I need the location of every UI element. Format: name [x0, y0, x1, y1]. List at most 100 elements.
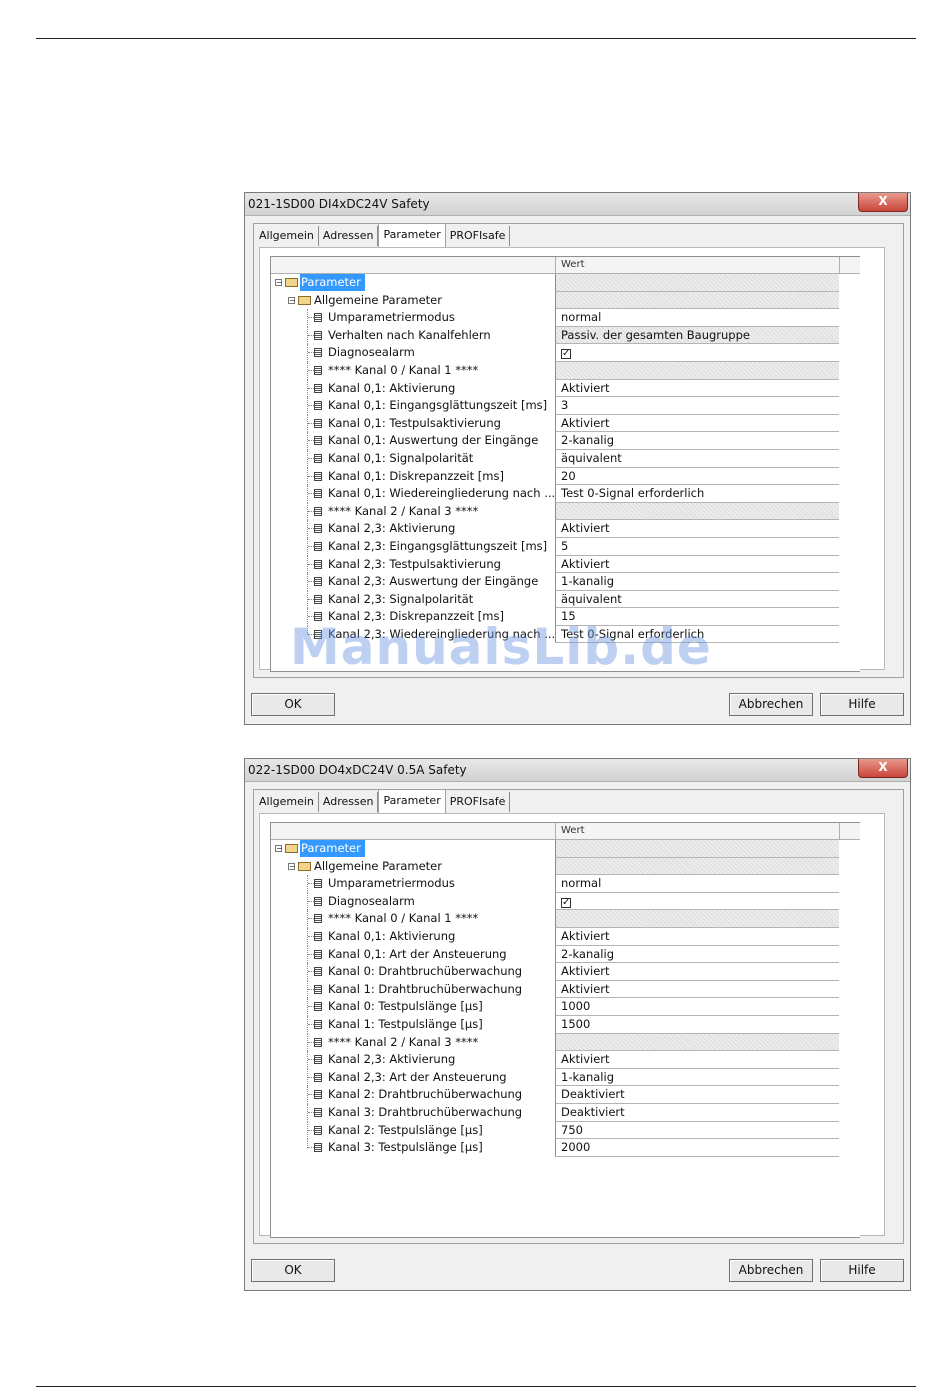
dialog-titlebar[interactable]: 022-1SD00 DO4xDC24V 0.5A Safety X — [245, 759, 910, 782]
parameter-value-cell[interactable]: Aktiviert — [555, 1051, 839, 1069]
tree-row[interactable]: Verhalten nach Kanalfehlern Passiv. der g… — [271, 326, 841, 345]
parameter-value-cell[interactable] — [555, 840, 839, 858]
parameter-value-cell[interactable]: normal — [555, 309, 839, 327]
tree-row[interactable]: − Parameter — [271, 274, 841, 292]
parameter-value-cell[interactable] — [555, 857, 839, 876]
tree-row[interactable]: Kanal 0,1: Auswertung der Eingänge 2-kana… — [271, 432, 841, 450]
parameter-name-cell[interactable]: − Parameter — [271, 274, 555, 292]
value-column-header[interactable]: Wert — [561, 825, 585, 836]
tree-row[interactable]: Kanal 2,3: Testpulsaktivierung Aktiviert — [271, 555, 841, 574]
tree-row[interactable]: Kanal 0: Drahtbruchüberwachung Aktiviert — [271, 963, 841, 981]
parameter-value-cell[interactable]: Passiv. der gesamten Baugruppe — [555, 326, 839, 345]
tree-row[interactable]: Diagnosealarm ✓ — [271, 344, 841, 362]
column-divider[interactable] — [555, 823, 556, 839]
tab-allgemein[interactable]: Allgemein — [255, 792, 319, 812]
tree-row[interactable]: Kanal 2,3: Aktivierung Aktiviert — [271, 520, 841, 538]
parameter-value-cell[interactable]: Deaktiviert — [555, 1086, 839, 1104]
column-divider[interactable] — [839, 257, 840, 273]
parameter-name-cell[interactable]: Diagnosealarm — [271, 344, 555, 362]
tree-row[interactable]: Umparametriermodus normal — [271, 875, 841, 893]
tree-row[interactable]: **** Kanal 2 / Kanal 3 **** — [271, 502, 841, 521]
collapse-icon[interactable]: − — [275, 845, 283, 853]
parameter-name-cell[interactable]: Verhalten nach Kanalfehlern — [271, 326, 555, 345]
parameter-value-cell[interactable]: 1500 — [555, 1015, 839, 1034]
parameter-name-cell[interactable]: Umparametriermodus — [271, 309, 555, 327]
parameter-value-cell[interactable]: Aktiviert — [555, 414, 839, 433]
parameter-name-cell[interactable]: **** Kanal 0 / Kanal 1 **** — [271, 361, 555, 380]
parameter-name-cell[interactable]: Kanal 0,1: Diskrepanzzeit [ms] — [271, 467, 555, 486]
tree-row[interactable]: Kanal 2,3: Auswertung der Eingänge 1-kana… — [271, 573, 841, 591]
tree-row[interactable]: Kanal 1: Testpulslänge [µs] 1500 — [271, 1015, 841, 1034]
cancel-button[interactable]: Abbrechen — [729, 1259, 813, 1282]
help-button[interactable]: Hilfe — [820, 1259, 904, 1282]
column-divider[interactable] — [839, 823, 840, 839]
tree-row[interactable]: Kanal 0,1: Eingangsglättungszeit [ms] 3 — [271, 397, 841, 415]
parameter-value-cell[interactable]: 1-kanalig — [555, 1068, 839, 1087]
tree-row[interactable]: − Allgemeine Parameter — [271, 291, 841, 310]
parameter-name-cell[interactable]: Kanal 0,1: Aktivierung — [271, 927, 555, 946]
parameter-value-cell[interactable]: 5 — [555, 537, 839, 556]
tree-row[interactable]: Kanal 3: Testpulslänge [µs] 2000 — [271, 1139, 841, 1157]
parameter-value-cell[interactable]: Test 0-Signal erforderlich — [555, 485, 839, 503]
tab-parameter[interactable]: Parameter — [378, 223, 446, 247]
tree-row[interactable]: Kanal 0,1: Testpulsaktivierung Aktiviert — [271, 414, 841, 433]
parameter-value-cell[interactable] — [555, 361, 839, 380]
parameter-value-cell[interactable]: Aktiviert — [555, 379, 839, 398]
parameter-value-cell[interactable]: äquivalent — [555, 449, 839, 468]
parameter-grid[interactable]: Wert − Parameter − Allgemeine Parameter Umpa… — [270, 256, 860, 672]
dialog-titlebar[interactable]: 021-1SD00 DI4xDC24V Safety X — [245, 193, 910, 216]
tab-profisafe[interactable]: PROFIsafe — [446, 792, 511, 812]
parameter-value-cell[interactable] — [555, 1033, 839, 1052]
tree-row[interactable]: Kanal 0,1: Aktivierung Aktiviert — [271, 379, 841, 398]
parameter-value-cell[interactable]: Aktiviert — [555, 980, 839, 999]
ok-button[interactable]: OK — [251, 693, 335, 716]
parameter-name-cell[interactable]: Kanal 2,3: Art der Ansteuerung — [271, 1068, 555, 1087]
column-divider[interactable] — [555, 257, 556, 273]
parameter-name-cell[interactable]: Kanal 2: Drahtbruchüberwachung — [271, 1086, 555, 1104]
parameter-value-cell[interactable]: äquivalent — [555, 590, 839, 609]
parameter-name-cell[interactable]: Kanal 0,1: Auswertung der Eingänge — [271, 432, 555, 450]
tree-row[interactable]: Kanal 2,3: Signalpolarität äquivalent — [271, 590, 841, 609]
parameter-value-cell[interactable]: ✓ — [555, 892, 839, 911]
parameter-value-cell[interactable]: Aktiviert — [555, 927, 839, 946]
parameter-name-cell[interactable]: − Parameter — [271, 840, 555, 858]
parameter-name-cell[interactable]: Kanal 1: Drahtbruchüberwachung — [271, 980, 555, 999]
tree-row[interactable]: Kanal 2,3: Art der Ansteuerung 1-kanalig — [271, 1068, 841, 1087]
tree-row[interactable]: Kanal 2,3: Eingangsglättungszeit [ms] 5 — [271, 537, 841, 556]
collapse-icon[interactable]: − — [275, 279, 283, 287]
collapse-icon[interactable]: − — [288, 862, 296, 870]
tree-row[interactable]: Kanal 0,1: Art der Ansteuerung 2-kanalig — [271, 945, 841, 964]
parameter-value-cell[interactable] — [555, 910, 839, 928]
tree-row[interactable]: Kanal 0,1: Diskrepanzzeit [ms] 20 — [271, 467, 841, 486]
close-button[interactable]: X — [858, 759, 908, 778]
parameter-name-cell[interactable]: Kanal 2,3: Aktivierung — [271, 520, 555, 538]
tree-row[interactable]: Kanal 2: Drahtbruchüberwachung Deaktivier… — [271, 1086, 841, 1104]
parameter-name-cell[interactable]: Kanal 0: Testpulslänge [µs] — [271, 998, 555, 1016]
tab-profisafe[interactable]: PROFIsafe — [446, 226, 511, 246]
tree-row[interactable]: Kanal 0: Testpulslänge [µs] 1000 — [271, 998, 841, 1016]
tree-row[interactable]: Umparametriermodus normal — [271, 309, 841, 327]
parameter-name-cell[interactable]: Umparametriermodus — [271, 875, 555, 893]
parameter-name-cell[interactable]: Kanal 0,1: Wiedereingliederung nach ... — [271, 485, 555, 503]
tree-row[interactable]: **** Kanal 0 / Kanal 1 **** — [271, 910, 841, 928]
parameter-name-cell[interactable]: Kanal 3: Testpulslänge [µs] — [271, 1139, 555, 1157]
parameter-name-cell[interactable]: **** Kanal 2 / Kanal 3 **** — [271, 502, 555, 521]
parameter-value-cell[interactable]: normal — [555, 875, 839, 893]
collapse-icon[interactable]: − — [288, 296, 296, 304]
tab-adressen[interactable]: Adressen — [319, 226, 379, 246]
parameter-value-cell[interactable]: 2-kanalig — [555, 945, 839, 964]
ok-button[interactable]: OK — [251, 1259, 335, 1282]
parameter-name-cell[interactable]: **** Kanal 2 / Kanal 3 **** — [271, 1033, 555, 1052]
parameter-value-cell[interactable]: 1000 — [555, 998, 839, 1016]
value-column-header[interactable]: Wert — [561, 259, 585, 270]
parameter-value-cell[interactable]: Aktiviert — [555, 520, 839, 538]
parameter-value-cell[interactable]: 3 — [555, 397, 839, 415]
parameter-value-cell[interactable]: 2-kanalig — [555, 432, 839, 450]
parameter-name-cell[interactable]: **** Kanal 0 / Kanal 1 **** — [271, 910, 555, 928]
tab-allgemein[interactable]: Allgemein — [255, 226, 319, 246]
parameter-value-cell[interactable] — [555, 274, 839, 292]
parameter-value-cell[interactable] — [555, 291, 839, 310]
parameter-name-cell[interactable]: Kanal 2,3: Auswertung der Eingänge — [271, 573, 555, 591]
parameter-name-cell[interactable]: Diagnosealarm — [271, 892, 555, 911]
parameter-value-cell[interactable]: Aktiviert — [555, 555, 839, 574]
